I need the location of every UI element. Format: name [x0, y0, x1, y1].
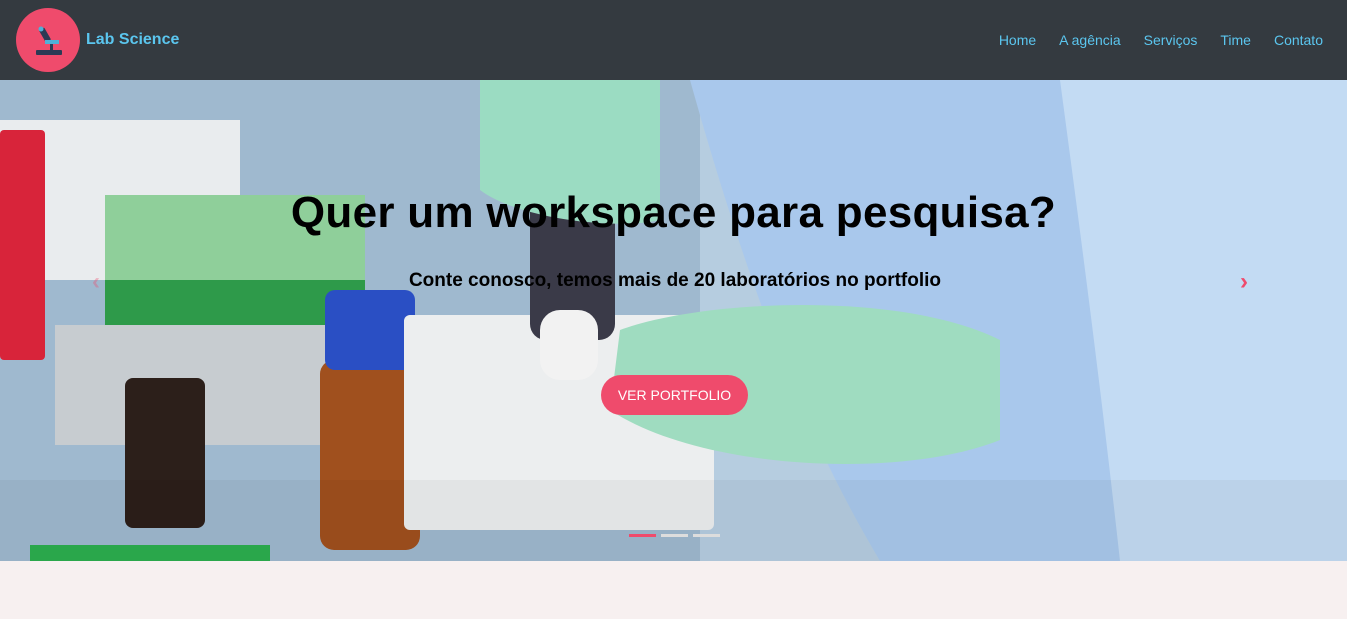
microscope-icon[interactable]: [16, 8, 80, 72]
hero-carousel: ‹ › Quer um workspace para pesquisa? Con…: [0, 80, 1347, 561]
hero-subtitle: Conte conosco, temos mais de 20 laborató…: [408, 270, 942, 291]
carousel-indicator-3[interactable]: [693, 534, 720, 537]
top-navbar: Lab Science Home A agência Serviços Time…: [0, 0, 1347, 80]
brand-name[interactable]: Lab Science: [86, 31, 179, 49]
nav-item-contato[interactable]: Contato: [1274, 32, 1323, 48]
nav-item-home[interactable]: Home: [999, 32, 1036, 48]
content-section: [0, 561, 1347, 619]
carousel-indicators: [629, 534, 725, 537]
nav-item-servicos[interactable]: Serviços: [1144, 32, 1198, 48]
nav-item-agencia[interactable]: A agência: [1059, 32, 1121, 48]
brand[interactable]: Lab Science: [16, 8, 179, 72]
carousel-indicator-1[interactable]: [629, 534, 656, 537]
hero-background-image: [0, 80, 1347, 561]
ver-portfolio-button[interactable]: VER PORTFOLIO: [601, 375, 748, 415]
nav-item-time[interactable]: Time: [1220, 32, 1251, 48]
hero-title: Quer um workspace para pesquisa?: [290, 188, 1057, 237]
carousel-indicator-2[interactable]: [661, 534, 688, 537]
main-nav: Home A agência Serviços Time Contato: [976, 0, 1323, 80]
